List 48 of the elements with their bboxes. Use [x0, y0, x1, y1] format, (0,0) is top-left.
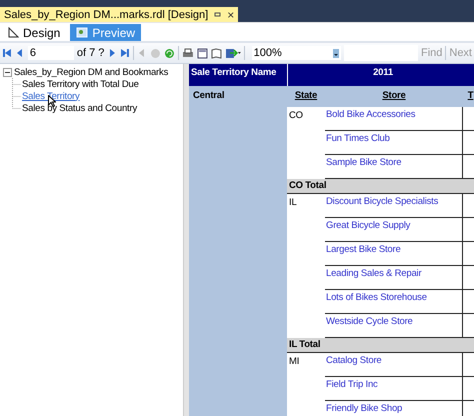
document-tab[interactable]: Sales_by_Region DM...marks.rdl [Design] ×: [0, 7, 238, 22]
page-field[interactable]: 6: [28, 46, 74, 60]
next-page-icon[interactable]: [107, 48, 118, 58]
last-page-icon[interactable]: [120, 48, 130, 58]
territory-cell: Central: [189, 86, 287, 416]
tree-line: [12, 90, 22, 102]
store-link[interactable]: Field Trip Inc: [326, 379, 378, 390]
column-header[interactable]: State: [287, 86, 325, 107]
tree-item[interactable]: Sales Territory with Total Due: [22, 78, 139, 90]
store-link[interactable]: Leading Sales & Repair: [326, 268, 422, 279]
find-field[interactable]: [344, 45, 418, 61]
store-link[interactable]: Lots of Bikes Storehouse: [326, 292, 427, 303]
close-button[interactable]: ×: [227, 8, 234, 20]
store-link[interactable]: Friendly Bike Shop: [326, 403, 402, 414]
previous-page-icon[interactable]: [14, 48, 25, 58]
export-icon[interactable]: [224, 48, 241, 58]
tree-item[interactable]: Sales_by_Region DM and Bookmarks: [14, 66, 168, 78]
store-link[interactable]: Bold Bike Accessories: [326, 109, 416, 120]
pin-icon[interactable]: [214, 11, 222, 18]
total-row: CO Total: [287, 179, 474, 194]
column-header[interactable]: Store: [325, 86, 463, 107]
store-link[interactable]: Catalog Store: [326, 355, 382, 366]
total-row: IL Total: [287, 338, 474, 353]
column-header: Sale Territory Name: [189, 64, 287, 86]
store-link[interactable]: Great Bicycle Supply: [326, 220, 410, 231]
zoom-dropdown[interactable]: 100%: [252, 46, 341, 60]
tree-item[interactable]: Sales Territory: [22, 90, 80, 102]
first-page-icon[interactable]: [2, 48, 12, 58]
ruler-icon: [8, 27, 19, 38]
refresh-icon[interactable]: [164, 48, 175, 58]
column-header[interactable]: T: [463, 86, 474, 107]
store-link[interactable]: Westside Cycle Store: [326, 316, 413, 327]
state-cell: MI: [289, 356, 300, 367]
collapse-icon[interactable]: [3, 68, 12, 76]
printer-icon[interactable]: [182, 48, 194, 58]
store-link[interactable]: Discount Bicycle Specialists: [326, 196, 438, 207]
column-header: 2011: [287, 64, 474, 86]
store-link[interactable]: Sample Bike Store: [326, 157, 402, 168]
tree-line: [12, 78, 22, 90]
print-layout-icon[interactable]: [196, 48, 208, 58]
dropdown-icon: [332, 48, 339, 58]
state-cell: IL: [289, 197, 297, 208]
store-link[interactable]: Largest Bike Store: [326, 244, 401, 255]
page-count: of 7 ?: [76, 47, 104, 59]
store-link[interactable]: Fun Times Club: [326, 133, 390, 144]
state-cell: CO: [289, 110, 303, 121]
page-setup-icon[interactable]: [210, 48, 222, 58]
preview-icon: [76, 27, 88, 38]
